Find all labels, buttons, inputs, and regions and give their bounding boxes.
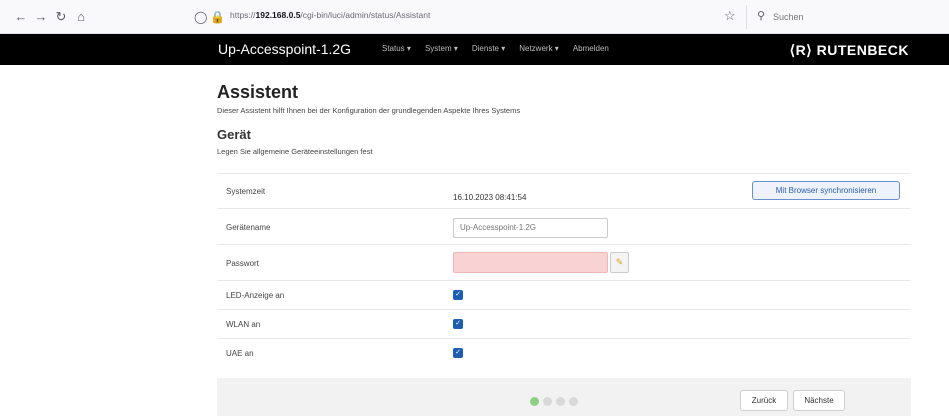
menu-netzwerk[interactable]: Netzwerk ▾ bbox=[519, 44, 559, 53]
browser-toolbar: ← → ↻ ⌂ ◯ 🔒 https://192.168.0.5/cgi-bin/… bbox=[0, 0, 949, 34]
led-checkbox[interactable]: ✓ bbox=[453, 290, 463, 300]
bookmark-star-icon[interactable]: ☆ bbox=[724, 8, 736, 24]
row-passwort: Passwort ✎ bbox=[217, 245, 911, 281]
reload-icon[interactable]: ↻ bbox=[52, 8, 70, 26]
page-description: Dieser Assistent hilft Ihnen bei der Kon… bbox=[217, 106, 521, 115]
step-dot bbox=[543, 397, 552, 406]
step-indicator bbox=[530, 397, 578, 406]
passwort-label: Passwort bbox=[226, 259, 259, 268]
section-title: Gerät bbox=[217, 127, 251, 142]
wizard-footer: Zurück Nächste bbox=[217, 378, 911, 416]
wlan-field: ✓ bbox=[453, 319, 463, 329]
app-title[interactable]: Up-Accesspoint-1.2G bbox=[218, 41, 351, 57]
row-systemzeit: Systemzeit 16.10.2023 08:41:54 Mit Brows… bbox=[217, 174, 911, 209]
app-header: Up-Accesspoint-1.2G Status ▾ System ▾ Di… bbox=[0, 34, 949, 65]
geraetename-label: Gerätename bbox=[226, 223, 271, 232]
settings-form: Systemzeit 16.10.2023 08:41:54 Mit Brows… bbox=[217, 173, 911, 368]
led-label: LED-Anzeige an bbox=[226, 291, 285, 300]
systemzeit-field: 16.10.2023 08:41:54 bbox=[453, 187, 526, 205]
page-title: Assistent bbox=[217, 82, 299, 102]
back-button[interactable]: Zurück bbox=[740, 390, 788, 411]
passwort-field: ✎ bbox=[453, 252, 629, 273]
step-dot bbox=[530, 397, 539, 406]
search-input[interactable] bbox=[773, 9, 933, 25]
geraetename-field bbox=[453, 217, 608, 238]
uae-checkbox[interactable]: ✓ bbox=[453, 348, 463, 358]
wlan-checkbox[interactable]: ✓ bbox=[453, 319, 463, 329]
url-text[interactable]: https://192.168.0.5/cgi-bin/luci/admin/s… bbox=[230, 10, 430, 20]
menu-system[interactable]: System ▾ bbox=[425, 44, 458, 53]
passwort-input[interactable] bbox=[453, 252, 608, 273]
systemzeit-label: Systemzeit bbox=[226, 187, 266, 196]
row-led: LED-Anzeige an ✓ bbox=[217, 281, 911, 310]
brand-logo: ⟨R⟩ RUTENBECK bbox=[789, 42, 909, 58]
next-button[interactable]: Nächste bbox=[793, 390, 845, 411]
main-content: Assistent Dieser Assistent hilft Ihnen b… bbox=[217, 82, 911, 156]
back-arrow-icon[interactable]: ← bbox=[12, 8, 30, 26]
menu-dienste[interactable]: Dienste ▾ bbox=[472, 44, 505, 53]
lock-icon[interactable]: 🔒 bbox=[210, 7, 225, 27]
uae-label: UAE an bbox=[226, 349, 254, 358]
home-icon[interactable]: ⌂ bbox=[72, 8, 90, 26]
reveal-password-key-icon[interactable]: ✎ bbox=[610, 252, 629, 273]
main-menu: Status ▾ System ▾ Dienste ▾ Netzwerk ▾ A… bbox=[382, 44, 609, 53]
geraetename-input[interactable] bbox=[453, 217, 608, 238]
uae-field: ✓ bbox=[453, 348, 463, 358]
section-description: Legen Sie allgemeine Geräteeinstellungen… bbox=[217, 147, 373, 156]
step-dot bbox=[569, 397, 578, 406]
forward-arrow-icon[interactable]: → bbox=[32, 8, 50, 26]
search-icon: ⚲ bbox=[757, 10, 766, 22]
row-wlan: WLAN an ✓ bbox=[217, 310, 911, 339]
menu-status[interactable]: Status ▾ bbox=[382, 44, 411, 53]
address-bar[interactable]: ◯ 🔒 https://192.168.0.5/cgi-bin/luci/adm… bbox=[186, 6, 746, 28]
step-dot bbox=[556, 397, 565, 406]
shield-icon[interactable]: ◯ bbox=[194, 7, 207, 27]
row-uae: UAE an ✓ bbox=[217, 339, 911, 368]
led-field: ✓ bbox=[453, 290, 463, 300]
menu-abmelden[interactable]: Abmelden bbox=[573, 44, 609, 53]
sync-browser-button[interactable]: Mit Browser synchronisieren bbox=[752, 181, 900, 200]
wlan-label: WLAN an bbox=[226, 320, 261, 329]
row-geraetename: Gerätename bbox=[217, 209, 911, 245]
systemzeit-value: 16.10.2023 08:41:54 bbox=[453, 193, 527, 202]
search-box[interactable]: ⚲ bbox=[746, 5, 939, 29]
